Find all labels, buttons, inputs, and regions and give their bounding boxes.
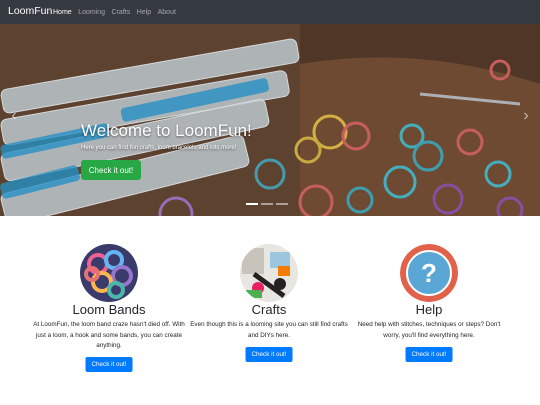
carousel-indicator-2[interactable]	[261, 203, 273, 205]
nav-crafts[interactable]: Crafts	[112, 8, 131, 17]
nav-help[interactable]: Help	[137, 8, 151, 17]
hero-carousel: ‹ › Welcome to LoomFun! Here you can fin…	[0, 24, 540, 216]
feature-crafts: Crafts Even though this is a looming sit…	[189, 244, 349, 362]
carousel-indicator-1[interactable]	[246, 203, 258, 205]
feature-help: ? Help Need help with stitches, techniqu…	[349, 244, 509, 362]
help-check-it-out-button[interactable]: Check it out!	[405, 347, 453, 362]
feature-title: Loom Bands	[72, 302, 146, 317]
feature-title: Crafts	[251, 302, 287, 317]
brand-logo[interactable]: LoomFun	[8, 5, 52, 18]
hero-check-it-out-button[interactable]: Check it out!	[81, 160, 141, 180]
hero-subtitle: Here you can find fun crafts, loom brace…	[81, 145, 237, 151]
loom-bands-check-it-out-button[interactable]: Check it out!	[85, 357, 133, 372]
nav-looming[interactable]: Looming	[78, 8, 105, 17]
loom-bands-photo	[80, 244, 138, 302]
carousel-prev-icon[interactable]: ‹	[4, 96, 24, 136]
svg-text:?: ?	[421, 258, 437, 288]
feature-text: At LoomFun, the loom band craze hasn't d…	[33, 321, 185, 349]
carousel-next-icon[interactable]: ›	[516, 96, 536, 136]
navbar: LoomFun Home Looming Crafts Help About	[0, 0, 540, 24]
feature-text: Even though this is a looming site you c…	[190, 321, 348, 339]
nav-links: Home Looming Crafts Help About	[53, 0, 182, 24]
feature-loom-bands: Loom Bands At LoomFun, the loom band cra…	[29, 244, 189, 372]
carousel-indicators	[246, 203, 291, 205]
feature-text: Need help with stitches, techniques or s…	[357, 321, 501, 339]
hero-image	[0, 24, 540, 216]
question-mark-icon: ?	[400, 244, 458, 302]
feature-title: Help	[415, 302, 443, 317]
crafts-check-it-out-button[interactable]: Check it out!	[245, 347, 293, 362]
hero-title: Welcome to LoomFun!	[81, 121, 252, 140]
nav-home[interactable]: Home	[53, 8, 72, 17]
nav-about[interactable]: About	[158, 8, 176, 17]
crafts-photo	[240, 244, 298, 302]
carousel-indicator-3[interactable]	[276, 203, 288, 205]
